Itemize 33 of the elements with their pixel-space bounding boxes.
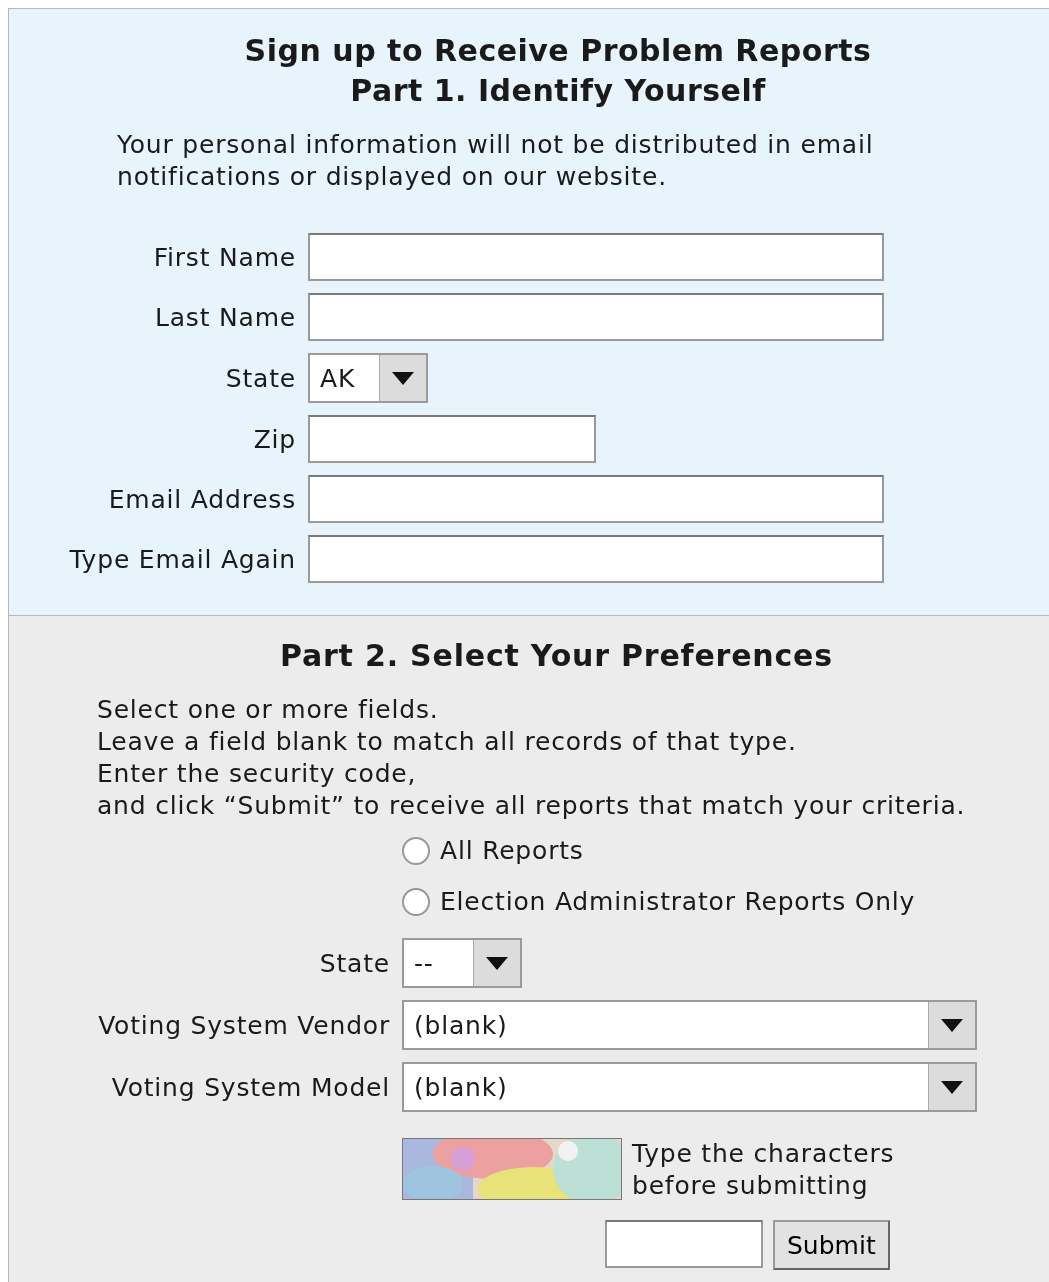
radio-label: Election Administrator Reports Only [440,887,916,916]
section-title: Part 2. Select Your Preferences [279,637,834,675]
text-field[interactable] [308,233,884,281]
dropdown[interactable]: (blank) [402,1062,977,1112]
caret-icon [941,1080,963,1094]
caret-icon [392,371,414,385]
field-label: Voting System Vendor [97,1010,390,1040]
instructions: Select one or more fields. Leave a field blank to match all records of that type. Enter the security code, and click “Submit” to receive all reports that match your criteria. [97,694,967,822]
text-field[interactable] [308,475,884,523]
field-label: Type Email Again [68,544,296,574]
dropdown[interactable]: AK [308,353,428,403]
dropdown[interactable]: (blank) [402,1000,977,1050]
submit-button[interactable]: Submit [773,1220,890,1270]
form-title: Sign up to Receive Problem Reports Part 1. Identify Yourself [243,32,873,110]
field-label: Zip [252,424,296,454]
caret-icon [486,956,508,970]
radio-label: All Reports [440,836,584,865]
text-field[interactable] [308,293,884,341]
code-field[interactable] [605,1220,763,1268]
captcha-caption: Type the characters before submitting [632,1138,895,1202]
dropdown[interactable]: -- [402,938,522,988]
radio-button[interactable] [402,887,430,916]
field-label: Last Name [154,302,296,332]
field-label: First Name [152,242,296,272]
field-label: Voting System Model [110,1072,390,1102]
text-field[interactable] [308,415,596,463]
radio-button[interactable] [402,836,430,865]
privacy-note: Your personal information will not be distributed in email notifications or displayed on our website. [117,129,875,193]
field-label: Email Address [107,484,296,514]
field-label: State [318,948,390,978]
field-label: State [224,363,296,393]
caret-icon [941,1018,963,1032]
text-field[interactable] [308,535,884,583]
